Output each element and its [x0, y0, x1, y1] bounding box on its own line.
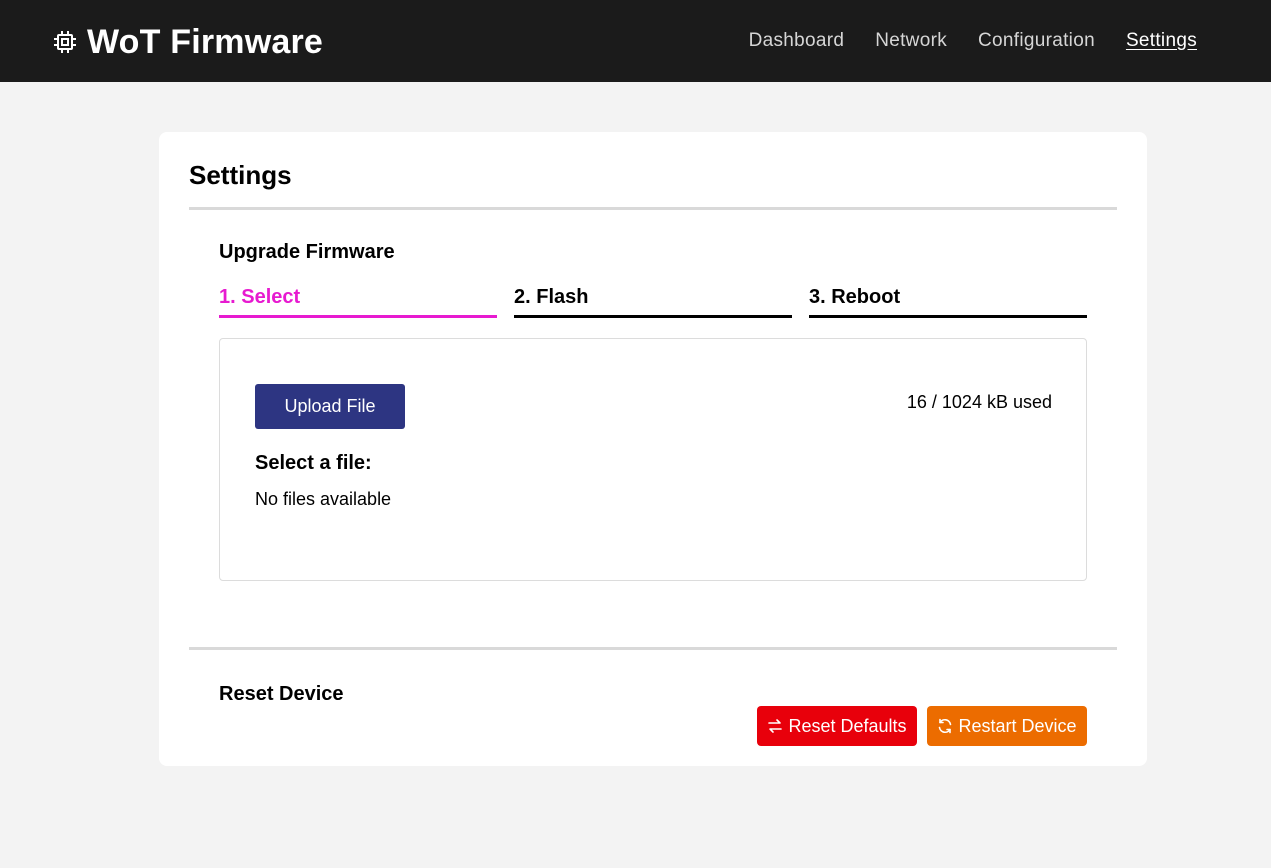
nav-network[interactable]: Network — [875, 30, 947, 52]
file-select-panel: Upload File 16 / 1024 kB used Select a f… — [219, 338, 1087, 581]
refresh-icon — [939, 718, 952, 734]
brand[interactable]: WoT Firmware — [52, 22, 323, 62]
reset-section-title: Reset Device — [219, 683, 344, 705]
firmware-section-title: Upgrade Firmware — [219, 241, 395, 263]
nav-settings[interactable]: Settings — [1126, 30, 1197, 52]
divider — [189, 207, 1117, 210]
swap-arrows-icon — [768, 719, 783, 733]
step-flash[interactable]: 2. Flash — [514, 286, 792, 318]
top-navbar: WoT Firmware Dashboard Network Configura… — [0, 0, 1271, 82]
restart-device-button[interactable]: Restart Device — [927, 706, 1087, 746]
chip-icon — [52, 29, 78, 55]
step-select[interactable]: 1. Select — [219, 286, 497, 318]
main-nav: Dashboard Network Configuration Settings — [718, 30, 1197, 52]
storage-usage: 16 / 1024 kB used — [906, 392, 1052, 412]
nav-configuration[interactable]: Configuration — [978, 30, 1095, 52]
settings-card: Settings Upgrade Firmware 1. Select 2. F… — [159, 132, 1147, 766]
reset-defaults-button[interactable]: Reset Defaults — [757, 706, 917, 746]
select-file-label: Select a file: — [255, 452, 372, 474]
reset-defaults-label: Reset Defaults — [788, 715, 907, 736]
step-reboot[interactable]: 3. Reboot — [809, 286, 1087, 318]
divider — [189, 647, 1117, 650]
page-title: Settings — [189, 160, 292, 190]
nav-dashboard[interactable]: Dashboard — [749, 30, 845, 52]
empty-files-message: No files available — [255, 489, 392, 509]
upload-file-button[interactable]: Upload File — [255, 384, 405, 429]
restart-device-label: Restart Device — [958, 715, 1077, 736]
app-title: WoT Firmware — [87, 22, 324, 61]
